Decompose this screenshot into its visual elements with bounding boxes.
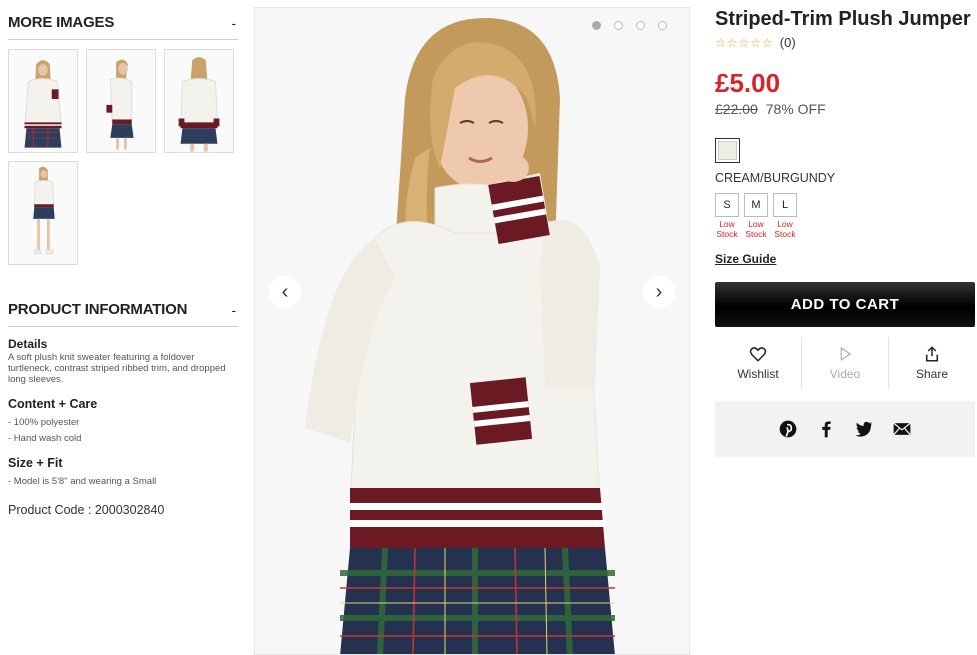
- wishlist-button[interactable]: Wishlist: [715, 337, 802, 389]
- product-code: Product Code : 2000302840: [8, 503, 165, 517]
- add-to-cart-button[interactable]: ADD TO CART: [715, 282, 975, 327]
- collapse-toggle-icon[interactable]: -: [232, 302, 237, 318]
- facebook-icon[interactable]: [816, 419, 836, 439]
- review-count: (0): [779, 35, 796, 50]
- size-option[interactable]: S Low Stock: [715, 193, 739, 239]
- play-icon: [840, 346, 852, 362]
- chevron-left-icon: ‹: [281, 280, 289, 303]
- discount-label: 78% OFF: [765, 101, 826, 117]
- thumbnail-side-view[interactable]: [86, 49, 156, 153]
- size-option[interactable]: L Low Stock: [773, 193, 797, 239]
- main-product-image[interactable]: ‹ ›: [254, 7, 690, 655]
- heart-icon: [749, 347, 767, 362]
- size-label[interactable]: S: [715, 193, 739, 217]
- star-rating-icon: ☆☆☆☆☆: [715, 35, 774, 50]
- product-title: Striped-Trim Plush Jumper: [715, 8, 971, 30]
- chevron-right-icon: ›: [655, 280, 663, 303]
- size-option[interactable]: M Low Stock: [744, 193, 768, 239]
- content-item: - Hand wash cold: [8, 433, 82, 444]
- twitter-icon[interactable]: [854, 419, 874, 439]
- size-fit-title: Size + Fit: [8, 456, 63, 470]
- sale-price: £5.00: [715, 68, 781, 98]
- size-fit-item: - Model is 5'8" and wearing a Small: [8, 476, 157, 487]
- product-rating[interactable]: ☆☆☆☆☆ (0): [715, 35, 975, 50]
- pinterest-icon[interactable]: [778, 419, 798, 439]
- more-images-title: MORE IMAGES: [8, 14, 115, 31]
- video-button[interactable]: Video: [802, 337, 889, 389]
- video-label: Video: [829, 367, 861, 381]
- color-swatch[interactable]: [715, 138, 740, 163]
- carousel-dots: [592, 21, 667, 30]
- action-bar: Wishlist Video Share: [715, 337, 975, 389]
- stock-status: Low Stock: [745, 219, 767, 239]
- original-price: £22.00: [715, 101, 758, 117]
- swatch-fill: [718, 141, 737, 160]
- size-label[interactable]: L: [773, 193, 797, 217]
- product-information-title: PRODUCT INFORMATION: [8, 301, 188, 318]
- carousel-dot[interactable]: [636, 21, 645, 30]
- thumbnail-back-view[interactable]: [164, 49, 234, 153]
- more-images-header[interactable]: MORE IMAGES -: [8, 0, 238, 40]
- color-name: CREAM/BURGUNDY: [715, 171, 836, 185]
- carousel-dot[interactable]: [592, 21, 601, 30]
- product-details: Details A soft plush knit sweater featur…: [8, 327, 238, 517]
- left-column: MORE IMAGES - PRODUCT INFORMATION - Deta…: [8, 0, 238, 517]
- size-guide-link[interactable]: Size Guide: [715, 252, 776, 266]
- email-icon[interactable]: [892, 419, 912, 439]
- stock-status: Low Stock: [774, 219, 796, 239]
- content-care-title: Content + Care: [8, 397, 98, 411]
- content-item: - 100% polyester: [8, 417, 80, 428]
- thumbnail-full-length-view[interactable]: [8, 161, 78, 265]
- carousel-dot[interactable]: [658, 21, 667, 30]
- original-price-row: £22.00 78% OFF: [715, 101, 975, 117]
- share-label: Share: [915, 367, 949, 381]
- previous-image-button[interactable]: ‹: [269, 276, 301, 308]
- size-selector: S Low Stock M Low Stock L Low Stock: [715, 193, 975, 239]
- share-icon: [926, 346, 938, 362]
- details-title: Details: [8, 337, 48, 351]
- product-panel: Striped-Trim Plush Jumper ☆☆☆☆☆ (0) £5.0…: [715, 0, 975, 457]
- share-button[interactable]: Share: [889, 337, 975, 389]
- carousel-dot[interactable]: [614, 21, 623, 30]
- size-label[interactable]: M: [744, 193, 768, 217]
- next-image-button[interactable]: ›: [643, 276, 675, 308]
- thumbnail-front-view[interactable]: [8, 49, 78, 153]
- model-photo: [255, 8, 689, 654]
- details-text: A soft plush knit sweater featuring a fo…: [8, 352, 226, 385]
- collapse-toggle-icon[interactable]: -: [232, 15, 237, 31]
- stock-status: Low Stock: [716, 219, 738, 239]
- social-share-bar: [715, 401, 975, 457]
- thumbnail-grid: [8, 40, 238, 265]
- wishlist-label: Wishlist: [737, 367, 779, 381]
- product-information-header[interactable]: PRODUCT INFORMATION -: [8, 287, 238, 327]
